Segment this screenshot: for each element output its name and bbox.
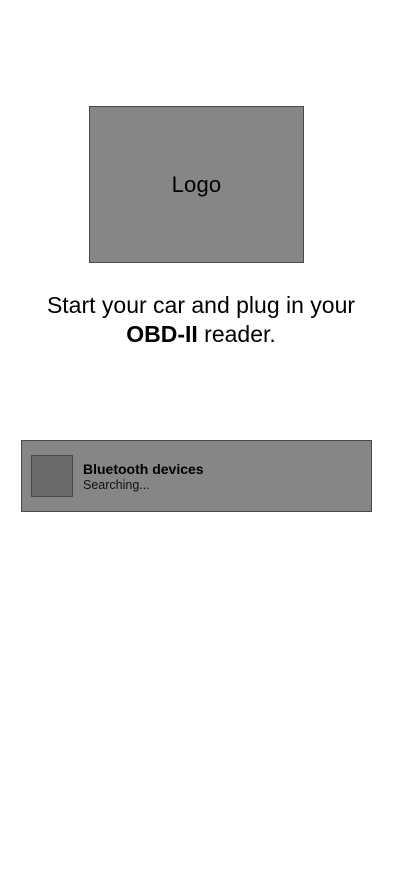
logo-label: Logo [171,171,222,197]
bluetooth-search-status: Searching... [83,478,150,492]
instruction-text: Start your car and plug in your OBD-II r… [0,291,402,349]
instruction-line-1: Start your car and plug in your [46,292,356,318]
instruction-line-2: reader. [197,321,276,347]
logo-placeholder: Logo [89,106,304,263]
bluetooth-devices-title: Bluetooth devices [83,461,204,477]
bluetooth-device-thumbnail [31,455,73,497]
bluetooth-devices-card[interactable]: Bluetooth devices Searching... [21,440,372,512]
obd-emphasis: OBD-II [126,321,198,347]
